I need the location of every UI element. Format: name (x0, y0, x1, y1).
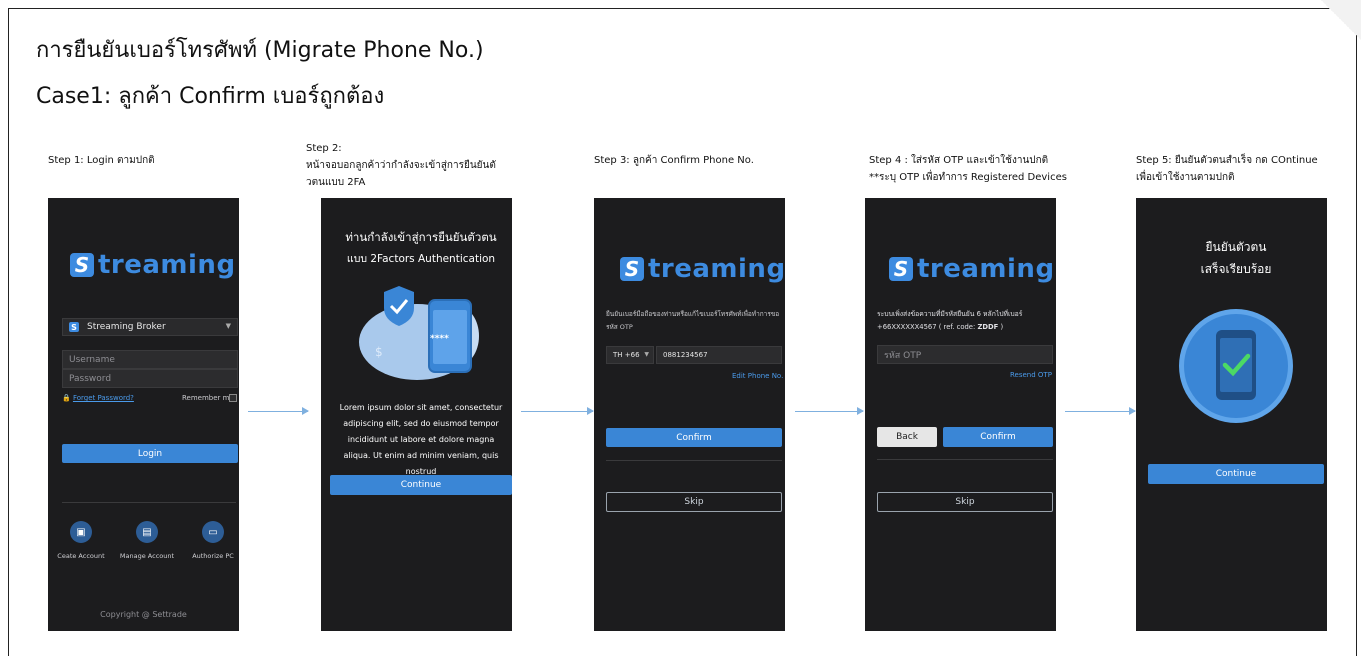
phone-screen-success: ยืนยันตัวตน เสร็จเรียบร้อย Continue (1136, 198, 1327, 631)
logo-mark: S (70, 253, 94, 277)
step4-label: Step 4 : ใส่รหัส OTP และเข้าใช้งานปกติ *… (869, 152, 1067, 186)
remember-me-label: Remember me (182, 394, 234, 402)
streaming-logo: S treaming (889, 254, 1055, 284)
forgot-password-text: Forget Password? (72, 394, 134, 402)
otp-message: ระบบเพิ่งส่งข้อความที่มีรหัสยืนยัน 6 หลั… (877, 308, 1055, 334)
step4-label-line1: Step 4 : ใส่รหัส OTP และเข้าใช้งานปกติ (869, 155, 1049, 166)
otp-message-line2: +66XXXXXX4567 ( ref. code: ZDDF ) (877, 321, 1055, 334)
step5-label-line1: Step 5: ยืนยันตัวตนสำเร็จ กด COntinue (1136, 155, 1318, 166)
login-button[interactable]: Login (62, 444, 238, 463)
manage-account-label: Manage Account (119, 552, 175, 560)
flow-arrow (248, 407, 309, 415)
back-button[interactable]: Back (877, 427, 937, 447)
phone-check-illustration (1179, 309, 1293, 423)
skip-button[interactable]: Skip (606, 492, 782, 512)
masked-phone: +66XXXXXX4567 ( ref. code: (877, 323, 978, 331)
phone-number-input[interactable]: 0881234567 (656, 346, 782, 364)
step2-label-line3: วตนแบบ 2FA (306, 177, 366, 188)
svg-text:$: $ (375, 345, 383, 359)
divider (606, 460, 782, 461)
pin-mask: **** (430, 334, 449, 344)
lock-icon: 🔒 (62, 394, 71, 402)
username-input[interactable]: Username (62, 350, 238, 369)
otp-message-line1: ระบบเพิ่งส่งข้อความที่มีรหัสยืนยัน 6 หลั… (877, 310, 1023, 318)
confirm-button[interactable]: Confirm (606, 428, 782, 447)
page-subtitle: Case1: ลูกค้า Confirm เบอร์ถูกต้อง (36, 84, 385, 109)
skip-button[interactable]: Skip (877, 492, 1053, 512)
authorize-pc-label: Authorize PC (192, 552, 234, 560)
forgot-password-link[interactable]: 🔒 Forget Password? (62, 394, 134, 402)
step1-label: Step 1: Login ตามปกติ (48, 155, 155, 166)
broker-select[interactable]: S Streaming Broker ▼ (62, 318, 238, 336)
logo-text: treaming (98, 250, 236, 280)
flow-arrow (1065, 407, 1136, 415)
step4-label-line2: **ระบุ OTP เพื่อทำการ Registered Devices (869, 172, 1067, 183)
chevron-down-icon: ▼ (644, 351, 649, 358)
intro-body-text: Lorem ipsum dolor sit amet, consectetur … (339, 403, 503, 476)
country-code-value: TH +66 (613, 351, 640, 359)
intro-heading: ท่านกำลังเข้าสู่การยืนยันตัวตน แบบ 2Fact… (321, 226, 512, 270)
streaming-logo: S treaming (620, 254, 785, 284)
step2-label-line1: Step 2: (306, 143, 342, 154)
step5-label: Step 5: ยืนยันตัวตนสำเร็จ กด COntinue เพ… (1136, 152, 1318, 186)
phone-screen-otp: S treaming ระบบเพิ่งส่งข้อความที่มีรหัสย… (865, 198, 1056, 631)
logo-mark: S (889, 257, 913, 281)
broker-name: Streaming Broker (87, 322, 166, 332)
phone-screen-2fa-intro: ท่านกำลังเข้าสู่การยืนยันตัวตน แบบ 2Fact… (321, 198, 512, 631)
divider (877, 459, 1053, 460)
logo-mark: S (620, 257, 644, 281)
remember-me-checkbox[interactable] (229, 394, 237, 402)
divider (62, 502, 236, 503)
success-heading: ยืนยันตัวตน เสร็จเรียบร้อย (1136, 236, 1327, 280)
intro-heading-line1: ท่านกำลังเข้าสู่การยืนยันตัวตน (345, 230, 497, 244)
logo-text: treaming (648, 254, 785, 284)
user-card-icon[interactable]: ▣ (70, 521, 92, 543)
phone-screen-confirm-phone: S treaming ยืนยันเบอร์มือถือของท่านหรือแ… (594, 198, 785, 631)
edit-phone-link[interactable]: Edit Phone No. (732, 372, 783, 380)
step3-label: Step 3: ลูกค้า Confirm Phone No. (594, 155, 754, 166)
page-corner (1321, 0, 1361, 40)
country-code-select[interactable]: TH +66 ▼ (606, 346, 654, 364)
step2-label: Step 2: หน้าจอบอกลูกค้าว่ากำลังจะเข้าสู่… (306, 140, 496, 191)
phone-screen-login: S treaming S Streaming Broker ▼ Username… (48, 198, 239, 631)
monitor-icon[interactable]: ▭ (202, 521, 224, 543)
otp-input[interactable]: รหัส OTP (877, 345, 1053, 364)
chevron-down-icon: ▼ (225, 322, 231, 330)
confirm-phone-description: ยืนยันเบอร์มือถือของท่านหรือแก้ไขเบอร์โท… (606, 310, 780, 331)
resend-otp-link[interactable]: Resend OTP (1010, 371, 1052, 379)
flow-arrow (795, 407, 864, 415)
continue-button[interactable]: Continue (330, 475, 512, 495)
success-heading-line1: ยืนยันตัวตน (1205, 240, 1267, 254)
step2-label-line2: หน้าจอบอกลูกค้าว่ากำลังจะเข้าสู่การยืนยั… (306, 160, 496, 171)
copyright-text: Copyright @ Settrade (100, 610, 187, 619)
intro-heading-line2: แบบ 2Factors Authentication (346, 253, 496, 265)
password-input[interactable]: Password (62, 369, 238, 388)
shield-phone-illustration: $ (359, 286, 479, 380)
ref-code-close: ) (998, 323, 1004, 331)
broker-logo-icon: S (69, 322, 79, 332)
page-title: การยืนยันเบอร์โทรศัพท์ (Migrate Phone No… (36, 38, 484, 63)
continue-button[interactable]: Continue (1148, 464, 1324, 484)
confirm-button[interactable]: Confirm (943, 427, 1053, 447)
logo-text: treaming (917, 254, 1055, 284)
create-account-label: Ceate Account (57, 552, 105, 560)
document-icon[interactable]: ▤ (136, 521, 158, 543)
step5-label-line2: เพื่อเข้าใช้งานตามปกติ (1136, 172, 1235, 183)
flow-arrow (521, 407, 594, 415)
streaming-logo: S treaming (70, 250, 236, 280)
success-heading-line2: เสร็จเรียบร้อย (1200, 262, 1272, 276)
ref-code: ZDDF (977, 323, 999, 331)
